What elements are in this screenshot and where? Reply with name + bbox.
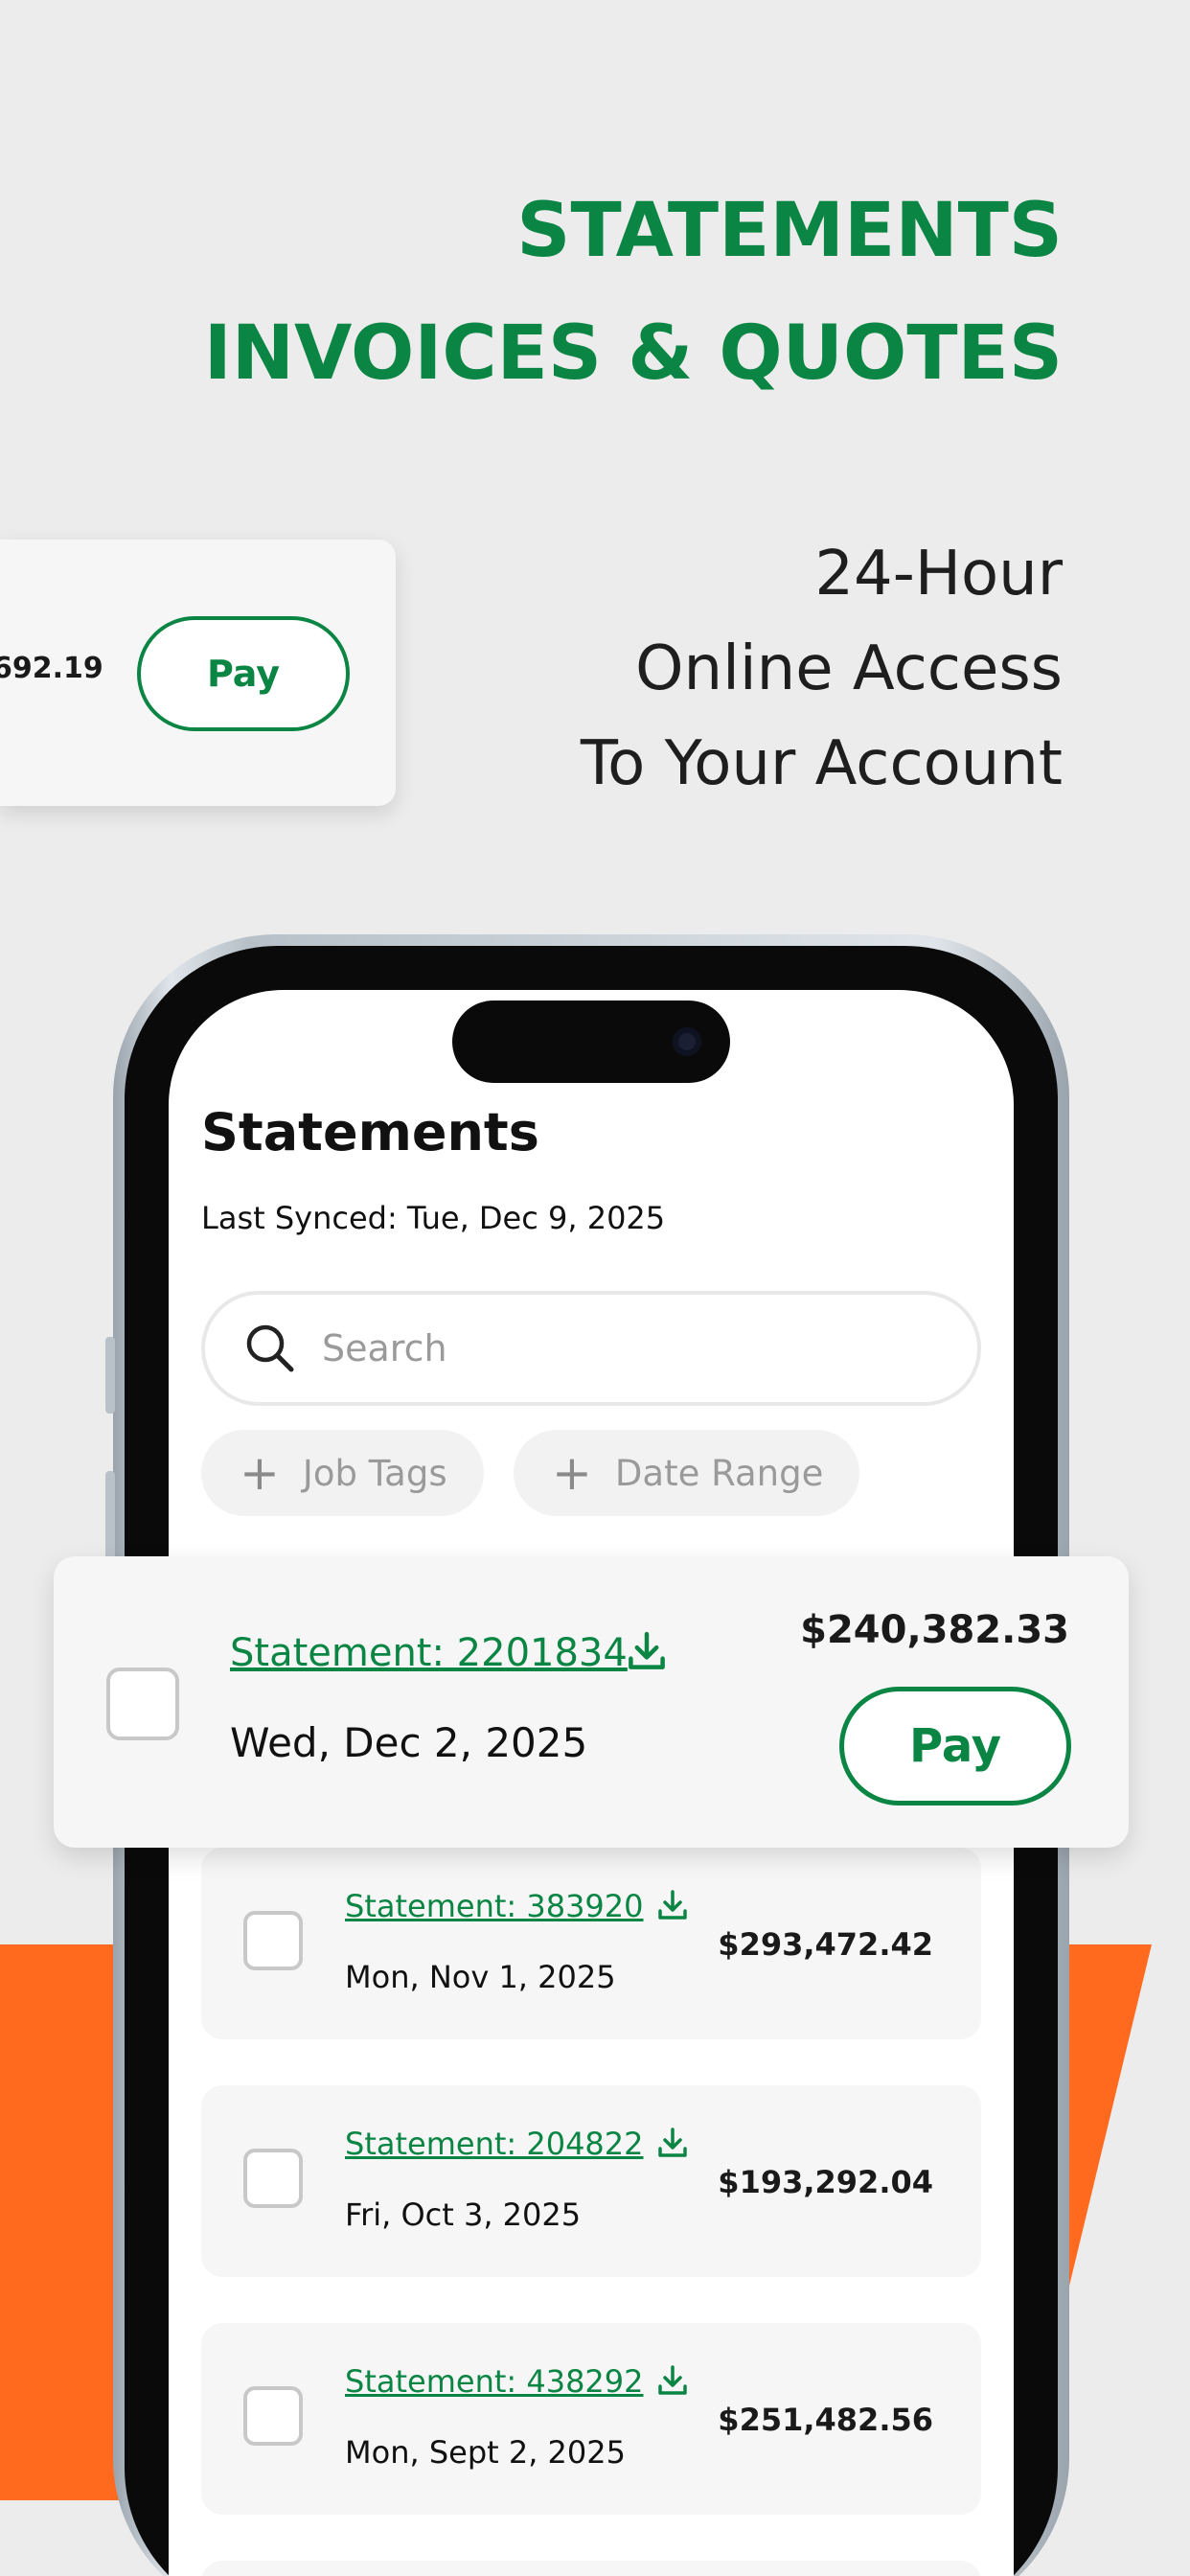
statement-amount: $240,382.33 [800,1608,1069,1652]
download-icon[interactable] [625,1629,669,1673]
screen-content: Statements Last Synced: Tue, Dec 9, 2025… [0,0,1190,2576]
download-icon[interactable] [655,1888,690,1922]
featured-statement-card[interactable]: Statement: 2201834 Wed, Dec 2, 2025 $240… [54,1556,1129,1848]
statement-date: Mon, Sept 2, 2025 [345,2434,626,2471]
plus-icon: + [240,1445,280,1501]
statement-link[interactable]: Statement: 438292 [345,2363,644,2400]
page-title: Statements [201,1102,539,1162]
pay-button[interactable]: Pay [839,1687,1071,1806]
statement-row[interactable]: Statement: 438292 Mon, Sept 2, 2025 $251… [201,2323,981,2515]
statement-date: Wed, Dec 2, 2025 [230,1719,588,1766]
statement-checkbox[interactable] [243,2149,303,2208]
statement-row[interactable]: Statement: 204822 Fri, Oct 3, 2025 $193,… [201,2085,981,2277]
statement-amount: $251,482.56 [718,2402,933,2438]
statement-link[interactable]: Statement: 383920 [345,1888,644,1924]
plus-icon: + [552,1445,592,1501]
download-icon[interactable] [655,2126,690,2160]
statement-checkbox[interactable] [243,1911,303,1970]
search-bar[interactable] [201,1291,981,1406]
statement-amount: $193,292.04 [718,2164,933,2200]
statement-date: Fri, Oct 3, 2025 [345,2196,582,2233]
statement-amount: $293,472.42 [718,1926,933,1963]
last-synced-text: Last Synced: Tue, Dec 9, 2025 [201,1200,666,1236]
search-input[interactable] [322,1327,897,1369]
download-icon[interactable] [655,2363,690,2398]
statement-date: Mon, Nov 1, 2025 [345,1959,616,1995]
statement-checkbox[interactable] [106,1668,179,1740]
filter-chip-label: Job Tags [302,1452,447,1494]
statement-link[interactable]: Statement: 2201834 [230,1631,628,1675]
search-icon [246,1324,294,1372]
filter-chip-label: Date Range [614,1452,824,1494]
statement-link[interactable]: Statement: 204822 [345,2126,644,2162]
statement-row[interactable]: Statement: 383920 Mon, Nov 1, 2025 $293,… [201,1848,981,2039]
filter-chip-date-range[interactable]: + Date Range [514,1430,860,1516]
statement-checkbox[interactable] [243,2386,303,2446]
statement-row-partial [201,2561,981,2576]
filter-chip-job-tags[interactable]: + Job Tags [201,1430,484,1516]
